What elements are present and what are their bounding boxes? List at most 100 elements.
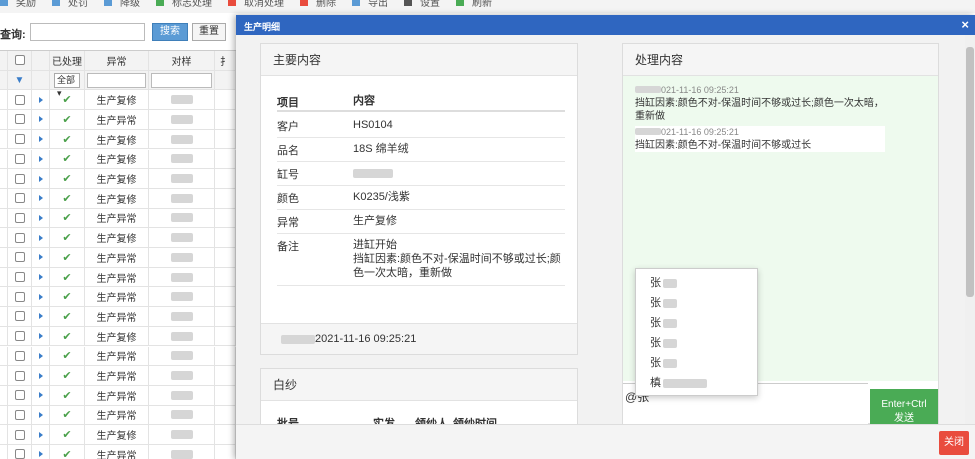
expand-row-icon[interactable] xyxy=(38,234,43,241)
expand-row-icon[interactable] xyxy=(38,214,43,221)
expand-row-icon[interactable] xyxy=(38,195,43,202)
table-row[interactable]: ✔ 生产复修 xyxy=(0,90,236,111)
row-checkbox[interactable] xyxy=(14,153,25,164)
expand-row-icon[interactable] xyxy=(38,411,43,418)
row-checkbox[interactable] xyxy=(14,350,25,361)
row-checkbox[interactable] xyxy=(14,370,25,381)
close-icon[interactable]: × xyxy=(961,17,969,32)
table-row[interactable]: ✔ 生产异常 xyxy=(0,208,236,229)
toolbar-item-icon xyxy=(352,0,360,6)
toolbar-item[interactable]: 刷新 xyxy=(456,0,500,9)
row-checkbox[interactable] xyxy=(14,331,25,342)
row-checkbox[interactable] xyxy=(14,114,25,125)
detail-key: 缸号 xyxy=(277,169,299,181)
row-checkbox[interactable] xyxy=(14,212,25,223)
sample-cell xyxy=(149,366,215,385)
row-checkbox[interactable] xyxy=(14,94,25,105)
toolbar-item[interactable]: 删除 xyxy=(300,0,344,9)
exception-cell: 生产异常 xyxy=(85,405,149,425)
row-checkbox[interactable] xyxy=(14,173,25,184)
modal-body: 主要内容 项目 内容 客户 HS0104 品名 18S 绵羊绒 缸号 颜色 K0235/浅紫… xyxy=(236,35,975,424)
detail-row: 颜色 K0235/浅紫 xyxy=(277,186,565,210)
table-row[interactable]: ✔ 生产异常 xyxy=(0,366,236,386)
close-button[interactable]: 关闭 xyxy=(939,431,969,455)
table-row[interactable]: ✔ 生产复修 xyxy=(0,228,236,248)
toolbar-item[interactable]: 处罚 xyxy=(52,0,96,9)
toolbar-item[interactable]: 设置 xyxy=(404,0,448,9)
row-checkbox[interactable] xyxy=(14,193,25,204)
table-row[interactable]: ✔ 生产复修 xyxy=(0,129,236,150)
expand-row-icon[interactable] xyxy=(38,372,43,379)
table-row[interactable]: ✔ 生产异常 xyxy=(0,110,236,130)
table-row[interactable]: ✔ 生产异常 xyxy=(0,267,236,288)
toolbar-item-icon xyxy=(104,0,112,6)
mention-option[interactable]: 张 xyxy=(636,313,757,333)
mention-dropdown: 张张张张张槙 xyxy=(635,268,758,396)
table-row[interactable]: ✔ 生产异常 xyxy=(0,307,236,327)
select-all-checkbox[interactable] xyxy=(14,55,25,66)
toolbar-item[interactable]: 标志处理 xyxy=(156,0,220,9)
mention-option[interactable]: 张 xyxy=(636,353,757,373)
exception-cell: 生产复修 xyxy=(85,149,149,169)
row-checkbox[interactable] xyxy=(14,291,25,302)
table-row[interactable]: ✔ 生产复修 xyxy=(0,188,236,209)
expand-row-icon[interactable] xyxy=(38,313,43,320)
table-row[interactable]: ✔ 生产复修 xyxy=(0,149,236,170)
row-checkbox[interactable] xyxy=(14,232,25,243)
table-row[interactable]: ✔ 生产异常 xyxy=(0,248,236,268)
row-checkbox[interactable] xyxy=(14,409,25,420)
table-row[interactable]: ✔ 生产异常 xyxy=(0,346,236,367)
row-checkbox[interactable] xyxy=(14,449,25,459)
sample-filter-input[interactable] xyxy=(150,72,213,88)
processed-check-icon: ✔ xyxy=(50,366,85,385)
expand-row-icon[interactable] xyxy=(38,136,43,143)
expand-row-icon[interactable] xyxy=(38,333,43,340)
filter-icon[interactable]: ▼ xyxy=(15,75,25,86)
row-checkbox[interactable] xyxy=(14,252,25,263)
expand-row-icon[interactable] xyxy=(38,96,43,103)
expand-row-icon[interactable] xyxy=(38,116,43,123)
mention-option[interactable]: 张 xyxy=(636,293,757,313)
expand-row-icon[interactable] xyxy=(38,392,43,399)
search-button[interactable]: 搜索 xyxy=(152,23,188,41)
table-row[interactable]: ✔ 生产异常 xyxy=(0,287,236,308)
expand-row-icon[interactable] xyxy=(38,175,43,182)
header-sample[interactable]: 对样 xyxy=(149,51,215,70)
expand-row-icon[interactable] xyxy=(38,274,43,281)
search-input[interactable] xyxy=(30,23,145,41)
row-checkbox[interactable] xyxy=(14,390,25,401)
table-row[interactable]: ✔ 生产异常 xyxy=(0,445,236,459)
expand-row-icon[interactable] xyxy=(38,155,43,162)
expand-row-icon[interactable] xyxy=(38,254,43,261)
table-row[interactable]: ✔ 生产复修 xyxy=(0,326,236,347)
processed-check-icon: ✔ xyxy=(50,188,85,208)
processed-check-icon: ✔ xyxy=(50,248,85,267)
header-exception[interactable]: 异常 xyxy=(85,51,149,70)
detail-row: 品名 18S 绵羊绒 xyxy=(277,138,565,162)
row-checkbox[interactable] xyxy=(14,311,25,322)
row-checkbox[interactable] xyxy=(14,272,25,283)
toolbar-item[interactable]: 取消处理 xyxy=(228,0,292,9)
send-button[interactable]: Enter+Ctrl 发送 xyxy=(870,389,938,424)
modal-scrollbar[interactable] xyxy=(965,35,975,424)
mention-option[interactable]: 张 xyxy=(636,333,757,353)
toolbar-item[interactable]: 奖励 xyxy=(0,0,44,9)
table-row[interactable]: ✔ 生产异常 xyxy=(0,405,236,426)
reset-button[interactable]: 重置 xyxy=(192,23,226,41)
mention-option[interactable]: 张 xyxy=(636,273,757,293)
row-checkbox[interactable] xyxy=(14,134,25,145)
toolbar-item[interactable]: 降级 xyxy=(104,0,148,9)
expand-row-icon[interactable] xyxy=(38,451,43,458)
processed-filter-select[interactable]: 全部 ▾ xyxy=(54,72,80,98)
expand-row-icon[interactable] xyxy=(38,352,43,359)
toolbar-item[interactable]: 导出 xyxy=(352,0,396,9)
table-row[interactable]: ✔ 生产复修 xyxy=(0,169,236,189)
expand-row-icon[interactable] xyxy=(38,431,43,438)
header-processed[interactable]: 已处理 xyxy=(50,51,85,70)
row-checkbox[interactable] xyxy=(14,429,25,440)
exception-filter-input[interactable] xyxy=(86,72,147,88)
expand-row-icon[interactable] xyxy=(38,293,43,300)
table-row[interactable]: ✔ 生产复修 xyxy=(0,425,236,445)
mention-option[interactable]: 槙 xyxy=(636,373,757,393)
table-row[interactable]: ✔ 生产异常 xyxy=(0,385,236,406)
